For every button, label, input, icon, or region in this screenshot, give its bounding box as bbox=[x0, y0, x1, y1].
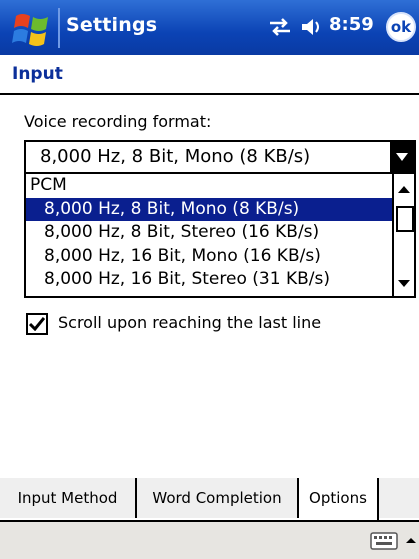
app-title[interactable]: Settings bbox=[66, 14, 157, 36]
scroll-thumb[interactable] bbox=[396, 206, 414, 232]
header-divider bbox=[0, 93, 419, 95]
page-title: Input bbox=[12, 64, 63, 84]
tab-options[interactable]: Options bbox=[299, 478, 379, 520]
title-bar: Settings 8:59 ok bbox=[0, 0, 419, 55]
scroll-last-line-checkbox[interactable] bbox=[26, 313, 48, 335]
clock[interactable]: 8:59 bbox=[329, 14, 374, 35]
voice-format-combo[interactable]: 8,000 Hz, 8 Bit, Mono (8 KB/s) bbox=[24, 140, 416, 174]
option-16bit-stereo[interactable]: 8,000 Hz, 16 Bit, Stereo (31 KB/s) bbox=[26, 268, 394, 292]
tab-word-completion[interactable]: Word Completion bbox=[137, 478, 299, 518]
tab-strip: Input Method Word Completion Options bbox=[0, 478, 419, 520]
voice-format-list[interactable]: PCM 8,000 Hz, 8 Bit, Mono (8 KB/s) 8,000… bbox=[24, 174, 416, 298]
menu-bar bbox=[0, 520, 419, 559]
voice-format-value: 8,000 Hz, 8 Bit, Mono (8 KB/s) bbox=[40, 146, 311, 167]
option-8bit-mono[interactable]: 8,000 Hz, 8 Bit, Mono (8 KB/s) bbox=[26, 197, 394, 221]
list-scrollbar[interactable] bbox=[392, 174, 414, 296]
option-16bit-mono[interactable]: 8,000 Hz, 16 Bit, Mono (16 KB/s) bbox=[26, 245, 394, 269]
option-list: PCM 8,000 Hz, 8 Bit, Mono (8 KB/s) 8,000… bbox=[26, 174, 394, 292]
voice-format-label: Voice recording format: bbox=[24, 112, 212, 131]
dropdown-arrow-icon[interactable] bbox=[390, 142, 414, 172]
windows-flag-icon[interactable] bbox=[12, 8, 52, 48]
checkmark-icon bbox=[29, 317, 45, 331]
volume-icon[interactable] bbox=[300, 16, 322, 38]
ok-button[interactable]: ok bbox=[386, 12, 416, 42]
connectivity-icon[interactable] bbox=[268, 17, 292, 37]
option-8bit-stereo[interactable]: 8,000 Hz, 8 Bit, Stereo (16 KB/s) bbox=[26, 221, 394, 245]
tab-input-method[interactable]: Input Method bbox=[0, 478, 137, 518]
title-divider bbox=[58, 8, 60, 48]
option-pcm[interactable]: PCM bbox=[26, 174, 394, 198]
scroll-up-icon[interactable] bbox=[394, 180, 414, 198]
keyboard-icon[interactable] bbox=[370, 531, 398, 551]
page-header: Input bbox=[0, 55, 419, 93]
tab-filler bbox=[379, 478, 419, 518]
sip-arrow-icon[interactable] bbox=[404, 534, 418, 548]
scroll-down-icon[interactable] bbox=[394, 274, 414, 292]
scroll-last-line-label[interactable]: Scroll upon reaching the last line bbox=[58, 313, 321, 332]
